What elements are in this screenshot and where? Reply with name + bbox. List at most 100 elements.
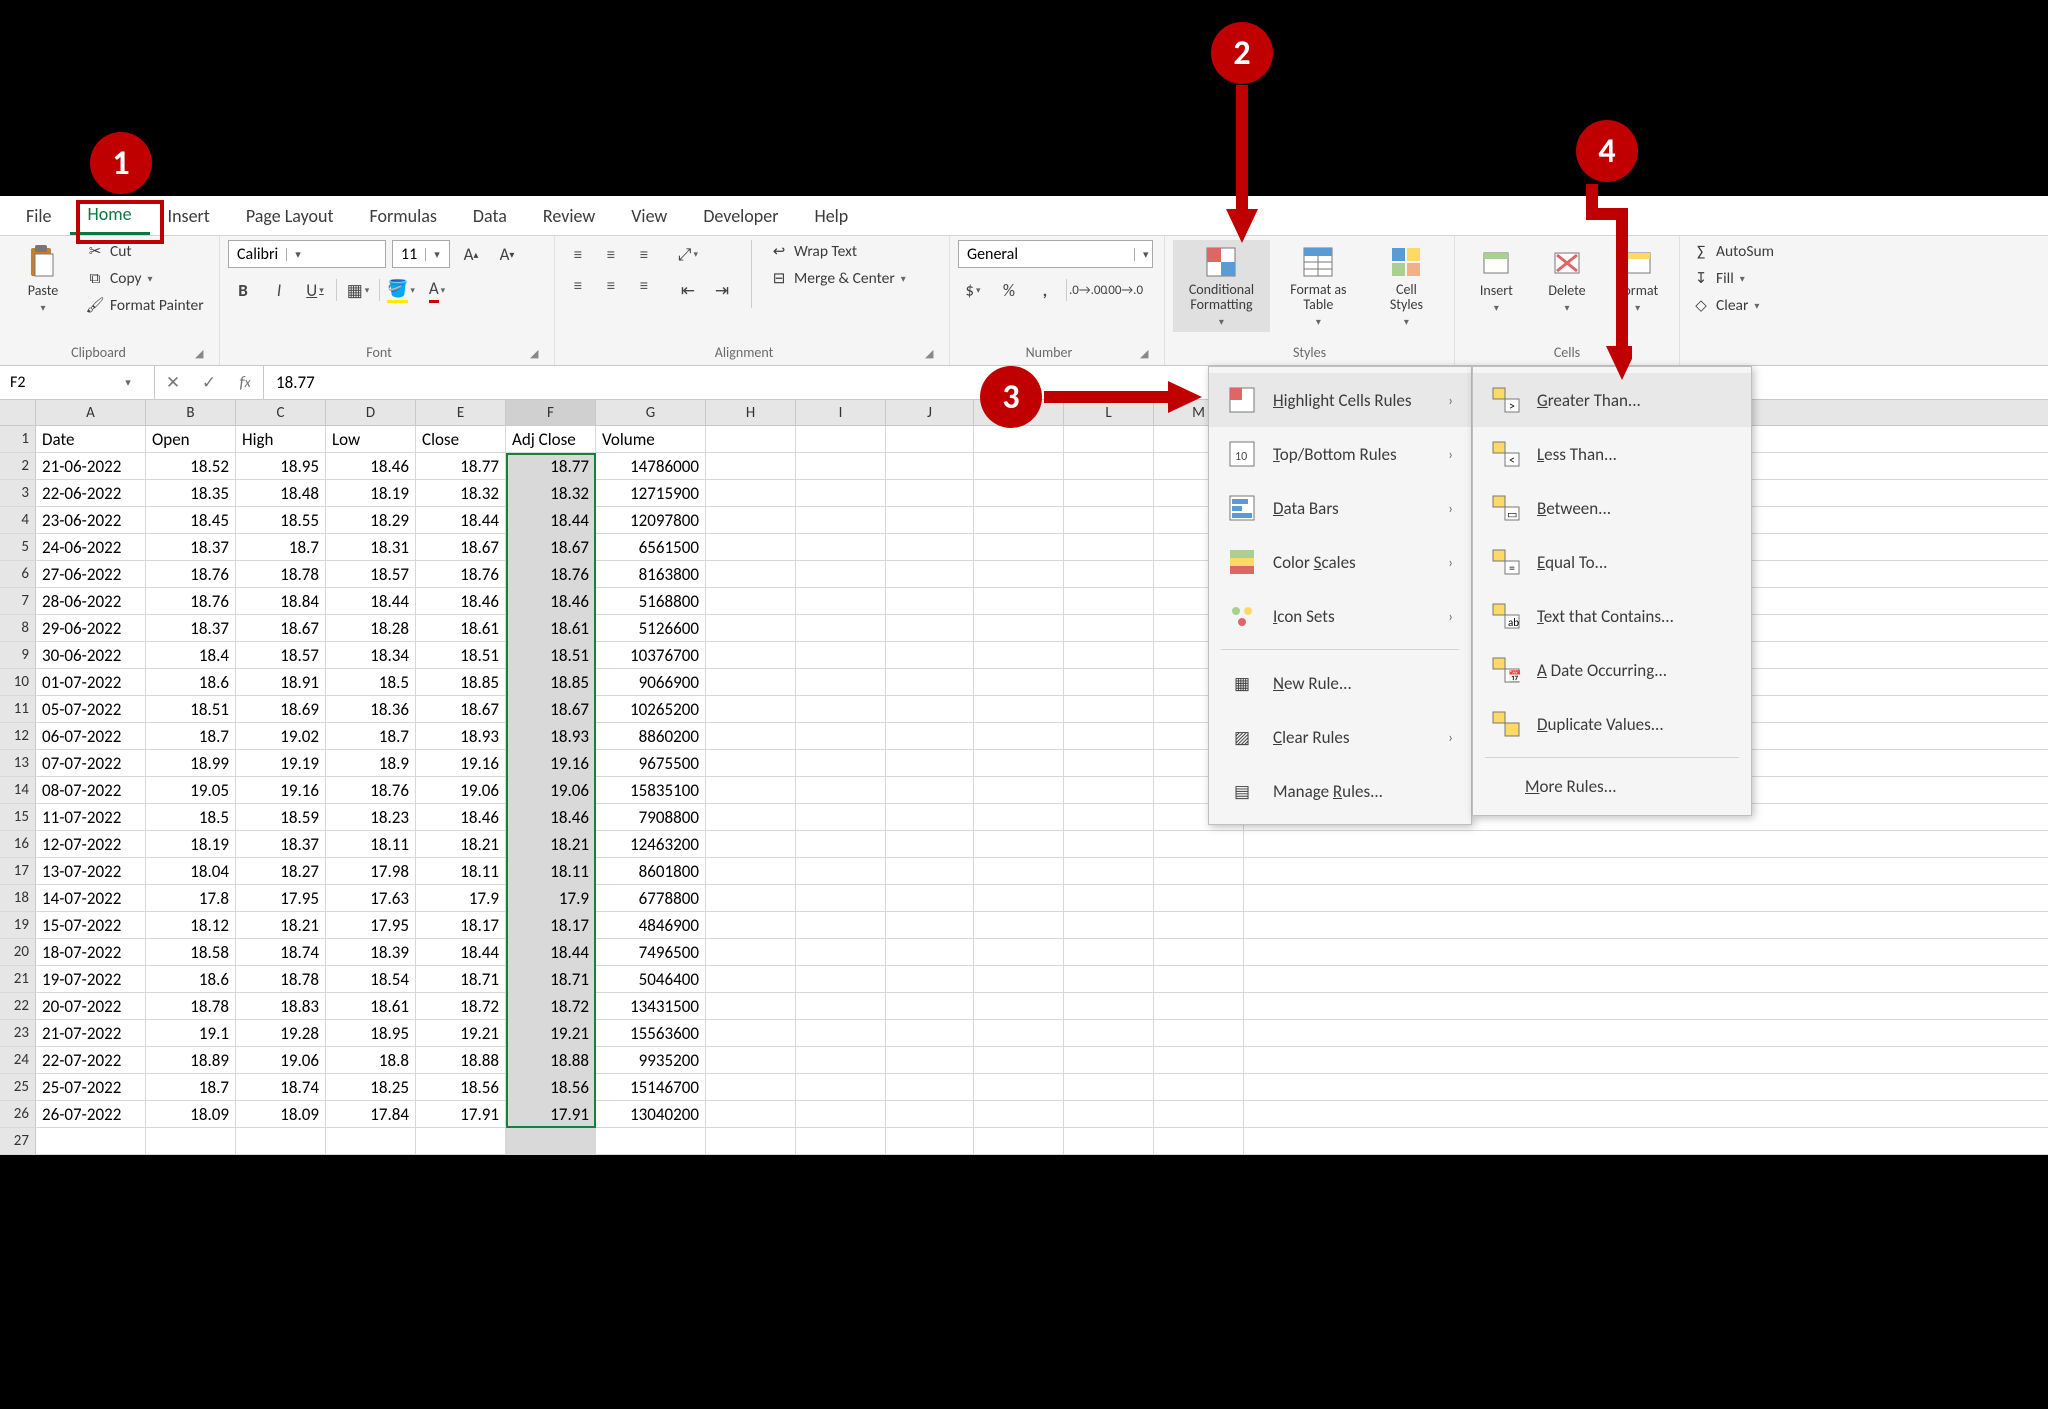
cell[interactable]: Volume bbox=[596, 426, 706, 452]
cell[interactable]: 18.61 bbox=[416, 615, 506, 641]
cell[interactable]: 18.76 bbox=[506, 561, 596, 587]
cell[interactable]: 13040200 bbox=[596, 1101, 706, 1127]
column-header-J[interactable]: J bbox=[886, 400, 974, 425]
tab-page-layout[interactable]: Page Layout bbox=[228, 197, 352, 235]
cell[interactable]: 19-07-2022 bbox=[36, 966, 146, 992]
cell[interactable] bbox=[706, 1101, 796, 1127]
cell[interactable] bbox=[706, 777, 796, 803]
cell[interactable] bbox=[36, 1128, 146, 1154]
cell[interactable]: 18.7 bbox=[326, 723, 416, 749]
cell[interactable]: 4846900 bbox=[596, 912, 706, 938]
cell[interactable]: 17.63 bbox=[326, 885, 416, 911]
cell[interactable] bbox=[706, 588, 796, 614]
cell[interactable] bbox=[1064, 507, 1154, 533]
copy-button[interactable]: ⧉Copy▾ bbox=[82, 267, 208, 290]
cell[interactable] bbox=[1064, 480, 1154, 506]
cell[interactable] bbox=[974, 831, 1064, 857]
row-header[interactable]: 21 bbox=[0, 966, 36, 992]
cell[interactable]: 18.72 bbox=[416, 993, 506, 1019]
cell[interactable] bbox=[974, 642, 1064, 668]
cell[interactable]: 18.76 bbox=[146, 588, 236, 614]
cell[interactable] bbox=[706, 750, 796, 776]
cell[interactable]: 7496500 bbox=[596, 939, 706, 965]
cell[interactable]: 18.57 bbox=[236, 642, 326, 668]
cell[interactable]: 18.67 bbox=[416, 696, 506, 722]
cell[interactable]: 18.93 bbox=[416, 723, 506, 749]
cell[interactable] bbox=[796, 831, 886, 857]
cell[interactable]: Open bbox=[146, 426, 236, 452]
cell[interactable]: 18.11 bbox=[506, 858, 596, 884]
row-header[interactable]: 10 bbox=[0, 669, 36, 695]
tab-formulas[interactable]: Formulas bbox=[352, 197, 455, 235]
align-middle-button[interactable]: ≡ bbox=[596, 240, 626, 268]
cell[interactable]: 18.71 bbox=[506, 966, 596, 992]
cell[interactable] bbox=[974, 777, 1064, 803]
column-header-B[interactable]: B bbox=[146, 400, 236, 425]
cell[interactable]: 18.72 bbox=[506, 993, 596, 1019]
cell[interactable]: 25-07-2022 bbox=[36, 1074, 146, 1100]
cell[interactable] bbox=[974, 1047, 1064, 1073]
increase-decimal-button[interactable]: .0→.00 bbox=[1073, 276, 1103, 304]
row-header[interactable]: 23 bbox=[0, 1020, 36, 1046]
cell[interactable] bbox=[886, 966, 974, 992]
cell[interactable]: 18.34 bbox=[326, 642, 416, 668]
cell[interactable]: 23-06-2022 bbox=[36, 507, 146, 533]
hcr-equal-to[interactable]: =Equal To... bbox=[1473, 535, 1751, 589]
cell[interactable] bbox=[886, 561, 974, 587]
cell[interactable] bbox=[886, 696, 974, 722]
cell[interactable] bbox=[1064, 939, 1154, 965]
cell[interactable]: 18.35 bbox=[146, 480, 236, 506]
cell[interactable]: 17.95 bbox=[236, 885, 326, 911]
cell[interactable] bbox=[1064, 696, 1154, 722]
cell[interactable] bbox=[886, 615, 974, 641]
cell[interactable] bbox=[974, 885, 1064, 911]
cell[interactable] bbox=[886, 1020, 974, 1046]
cell[interactable]: High bbox=[236, 426, 326, 452]
cell[interactable] bbox=[706, 912, 796, 938]
row-header[interactable]: 4 bbox=[0, 507, 36, 533]
cell[interactable]: 17.84 bbox=[326, 1101, 416, 1127]
wrap-text-button[interactable]: ↩Wrap Text bbox=[766, 240, 910, 263]
cell[interactable]: 18.61 bbox=[326, 993, 416, 1019]
cell[interactable]: 17.95 bbox=[326, 912, 416, 938]
cell[interactable]: 18.39 bbox=[326, 939, 416, 965]
cell[interactable]: 18.74 bbox=[236, 1074, 326, 1100]
cell[interactable] bbox=[886, 669, 974, 695]
column-header-D[interactable]: D bbox=[326, 400, 416, 425]
row-header[interactable]: 7 bbox=[0, 588, 36, 614]
cell[interactable] bbox=[1154, 993, 1244, 1019]
cell[interactable]: 17.98 bbox=[326, 858, 416, 884]
hcr-text-contains[interactable]: abText that Contains... bbox=[1473, 589, 1751, 643]
hcr-more-rules[interactable]: More Rules... bbox=[1473, 764, 1751, 809]
cell[interactable] bbox=[886, 642, 974, 668]
cell[interactable]: Date bbox=[36, 426, 146, 452]
cell[interactable] bbox=[796, 507, 886, 533]
cell[interactable] bbox=[1064, 615, 1154, 641]
cell[interactable]: 18.69 bbox=[236, 696, 326, 722]
cell[interactable] bbox=[796, 939, 886, 965]
cell[interactable]: 9675500 bbox=[596, 750, 706, 776]
cell[interactable] bbox=[1064, 858, 1154, 884]
cell[interactable] bbox=[706, 507, 796, 533]
fx-button[interactable]: fx bbox=[227, 366, 263, 399]
cell[interactable] bbox=[796, 885, 886, 911]
cell[interactable]: 18.58 bbox=[146, 939, 236, 965]
cell[interactable]: 18.09 bbox=[146, 1101, 236, 1127]
row-header[interactable]: 14 bbox=[0, 777, 36, 803]
font-size-combo[interactable]: 11▾ bbox=[392, 240, 450, 268]
cell[interactable] bbox=[706, 993, 796, 1019]
cell[interactable]: 18.54 bbox=[326, 966, 416, 992]
cell[interactable]: 12-07-2022 bbox=[36, 831, 146, 857]
cell[interactable] bbox=[974, 750, 1064, 776]
cell[interactable]: 12463200 bbox=[596, 831, 706, 857]
grow-font-button[interactable]: A▴ bbox=[456, 240, 486, 268]
cell[interactable]: 18.9 bbox=[326, 750, 416, 776]
cell[interactable] bbox=[886, 804, 974, 830]
merge-center-button[interactable]: ⊟Merge & Center ▾ bbox=[766, 267, 910, 290]
cell[interactable]: 18.12 bbox=[146, 912, 236, 938]
cell[interactable]: 18.95 bbox=[236, 453, 326, 479]
row-header[interactable]: 25 bbox=[0, 1074, 36, 1100]
cell[interactable] bbox=[886, 912, 974, 938]
row-header[interactable]: 6 bbox=[0, 561, 36, 587]
cell[interactable] bbox=[974, 1101, 1064, 1127]
